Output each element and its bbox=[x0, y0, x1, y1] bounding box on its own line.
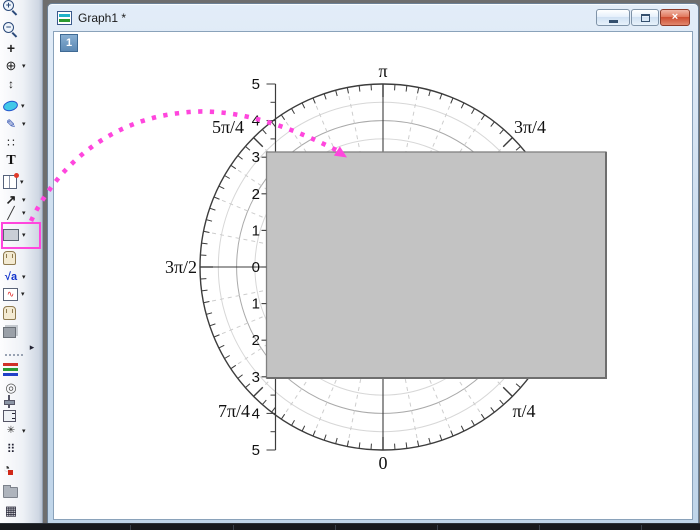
mask-range-tool-icon bbox=[2, 99, 19, 112]
folder-stamp-tool-icon bbox=[3, 487, 18, 498]
dropdown-arrow-icon[interactable]: ▾ bbox=[22, 120, 26, 128]
zoom-in-tool-icon: + bbox=[3, 0, 17, 14]
cluster-tool[interactable]: ∷ bbox=[0, 134, 40, 152]
color-scale-tool[interactable] bbox=[0, 360, 40, 378]
maximize-icon bbox=[641, 14, 650, 22]
screen-reader-tool-icon: + bbox=[3, 40, 19, 56]
slider-control-tool-icon bbox=[3, 395, 15, 408]
dropdown-arrow-icon[interactable]: ▾ bbox=[21, 290, 25, 298]
tools-toolbar: +−+⊕▾↕▾✎▾∷T▾↗▾╱▾▾√a▾∿▾▸◎✳▾⠿◔▦ bbox=[0, 0, 43, 524]
maximize-button[interactable] bbox=[631, 9, 659, 26]
dice-tool-icon: ⠿ bbox=[3, 441, 19, 457]
data-selector-tool[interactable]: ↕ bbox=[0, 75, 40, 93]
equation-tool[interactable]: √a▾ bbox=[0, 268, 40, 286]
new-legend-tool-icon bbox=[3, 175, 17, 189]
layer-hand-tool-icon bbox=[3, 306, 16, 320]
rectangle-tool[interactable]: ▾ bbox=[0, 226, 40, 244]
timer-stamp-tool[interactable]: ◔ bbox=[0, 459, 40, 477]
background-window-edge bbox=[0, 523, 700, 530]
cluster-tool-icon: ∷ bbox=[3, 135, 19, 151]
graph-window: Graph1 * × 1 bbox=[47, 3, 699, 526]
screen-reader-tool[interactable]: + bbox=[0, 39, 40, 57]
pan-tool-icon bbox=[3, 251, 16, 265]
close-icon: × bbox=[672, 12, 678, 23]
window-edge-divider bbox=[539, 525, 540, 530]
window-edge-divider bbox=[233, 525, 234, 530]
dropdown-arrow-icon[interactable]: ▾ bbox=[21, 102, 25, 110]
dropdown-arrow-icon[interactable]: ▾ bbox=[22, 62, 26, 70]
line-tool[interactable]: ╱▾ bbox=[0, 204, 40, 222]
color-scale-tool-icon bbox=[3, 363, 18, 366]
window-title: Graph1 * bbox=[78, 11, 126, 25]
zoom-out-tool-icon: − bbox=[3, 22, 17, 36]
layer-hand-tool[interactable] bbox=[0, 304, 40, 322]
draw-data-tool[interactable]: ✎▾ bbox=[0, 115, 40, 133]
worksheet-grid-tool[interactable]: ▦ bbox=[0, 502, 40, 520]
origin-app: { "window": { "title": "Graph1 *", "laye… bbox=[0, 0, 700, 530]
window-controls: × bbox=[596, 9, 690, 26]
dice-tool[interactable]: ⠿ bbox=[0, 440, 40, 458]
zoom-in-tool[interactable]: + bbox=[0, 0, 40, 16]
dropdown-arrow-icon[interactable]: ▾ bbox=[22, 196, 26, 204]
star-annotation-tool-icon: ✳ bbox=[3, 423, 19, 439]
star-annotation-tool[interactable]: ✳▾ bbox=[0, 422, 40, 440]
dropdown-arrow-icon[interactable]: ▾ bbox=[22, 209, 26, 217]
window-edge-divider bbox=[130, 525, 131, 530]
insert-graph-tool[interactable]: ∿▾ bbox=[0, 285, 40, 303]
minimize-icon bbox=[609, 20, 618, 23]
close-button[interactable]: × bbox=[660, 9, 690, 26]
text-tool[interactable]: T bbox=[0, 152, 40, 170]
zoom-out-tool[interactable]: − bbox=[0, 20, 40, 38]
window-edge-divider bbox=[437, 525, 438, 530]
dropdown-arrow-icon[interactable]: ▾ bbox=[22, 427, 26, 435]
equation-tool-icon: √a bbox=[3, 269, 19, 285]
dropdown-arrow-icon[interactable]: ▾ bbox=[22, 231, 26, 239]
worksheet-grid-tool-icon: ▦ bbox=[3, 503, 19, 519]
pan-tool[interactable] bbox=[0, 249, 40, 267]
graph-page-canvas[interactable]: 1 bbox=[53, 31, 693, 520]
dropdown-arrow-icon[interactable]: ▾ bbox=[20, 178, 24, 186]
insert-graph-tool-icon: ∿ bbox=[3, 288, 18, 301]
minimize-button[interactable] bbox=[596, 9, 630, 26]
text-tool-icon: T bbox=[3, 153, 19, 169]
line-tool-icon: ╱ bbox=[3, 205, 19, 221]
folder-stamp-tool[interactable] bbox=[0, 482, 40, 500]
group-edit-tool-icon bbox=[3, 410, 16, 422]
window-edge-divider bbox=[641, 525, 642, 530]
layer-1-button[interactable]: 1 bbox=[60, 34, 78, 52]
rescale-cube-tool-icon bbox=[3, 327, 16, 338]
new-legend-tool[interactable]: ▾ bbox=[0, 173, 40, 191]
graph-window-icon bbox=[57, 11, 72, 25]
data-reader-tool-icon: ⊕ bbox=[3, 58, 19, 74]
window-edge-divider bbox=[335, 525, 336, 530]
mask-range-tool[interactable]: ▾ bbox=[0, 97, 40, 115]
data-reader-tool[interactable]: ⊕▾ bbox=[0, 57, 40, 75]
dropdown-arrow-icon[interactable]: ▾ bbox=[22, 273, 26, 281]
data-selector-tool-icon: ↕ bbox=[3, 76, 19, 92]
rectangle-tool-icon bbox=[3, 229, 19, 241]
draw-data-tool-icon: ✎ bbox=[3, 116, 19, 132]
timer-stamp-tool-icon: ◔ bbox=[3, 462, 10, 474]
graph-window-titlebar[interactable]: Graph1 * × bbox=[48, 4, 698, 31]
